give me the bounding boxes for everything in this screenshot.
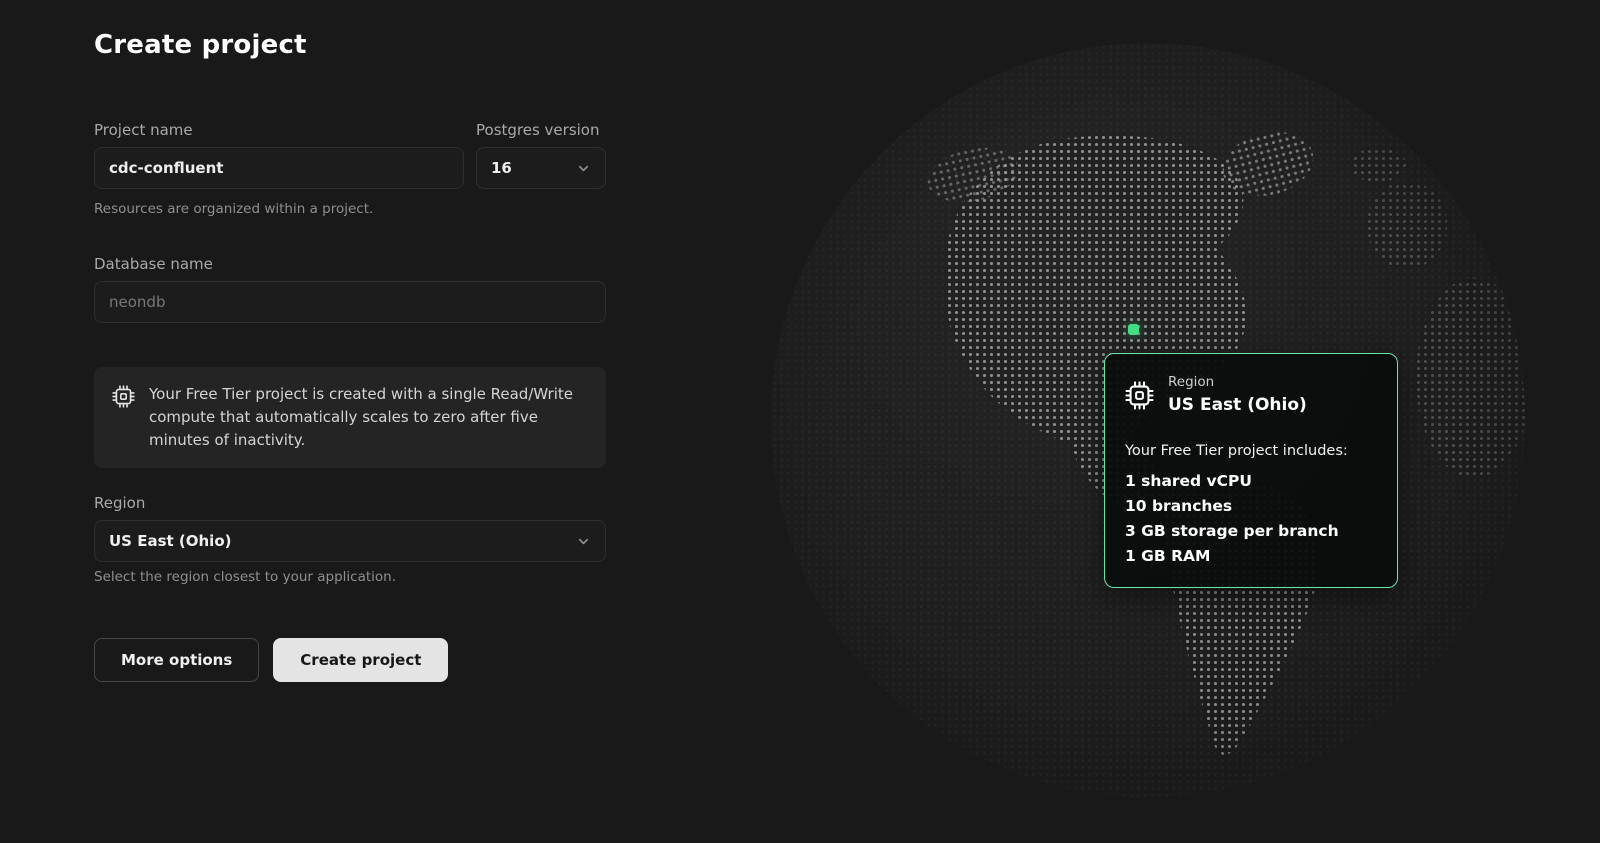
region-select[interactable]: US East (Ohio) — [94, 520, 606, 562]
region-tooltip-titles: Region US East (Ohio) — [1168, 374, 1307, 416]
postgres-version-field-group: Postgres version 16 — [476, 120, 606, 218]
tooltip-include-item: 1 GB RAM — [1125, 544, 1377, 569]
region-tooltip-card: Region US East (Ohio) Your Free Tier pro… — [1104, 353, 1398, 588]
postgres-version-select[interactable]: 16 — [476, 147, 606, 189]
database-name-label: Database name — [94, 254, 606, 274]
project-name-help: Resources are organized within a project… — [94, 200, 464, 218]
free-tier-notice-text: Your Free Tier project is created with a… — [149, 383, 588, 452]
project-name-input[interactable] — [94, 147, 464, 189]
form-actions: More options Create project — [94, 638, 606, 682]
region-label: Region — [94, 493, 606, 513]
create-project-form: Create project Project name Resources ar… — [94, 30, 606, 682]
cpu-chip-icon — [1125, 381, 1154, 410]
tooltip-include-item: 3 GB storage per branch — [1125, 519, 1377, 544]
project-name-field-group: Project name Resources are organized wit… — [94, 120, 464, 218]
page-title: Create project — [94, 30, 606, 60]
includes-heading: Your Free Tier project includes: — [1125, 442, 1377, 461]
database-name-field-group: Database name — [94, 254, 606, 323]
chevron-down-icon — [576, 534, 591, 549]
region-select-value: US East (Ohio) — [109, 532, 231, 550]
free-tier-notice: Your Free Tier project is created with a… — [94, 367, 606, 468]
tooltip-include-item: 1 shared vCPU — [1125, 469, 1377, 494]
create-project-button[interactable]: Create project — [273, 638, 448, 682]
project-name-label: Project name — [94, 120, 464, 140]
tooltip-include-item: 10 branches — [1125, 494, 1377, 519]
postgres-version-label: Postgres version — [476, 120, 606, 140]
includes-list: 1 shared vCPU 10 branches 3 GB storage p… — [1125, 469, 1377, 569]
region-tooltip-header: Region US East (Ohio) — [1125, 374, 1377, 416]
region-tooltip-value: US East (Ohio) — [1168, 394, 1307, 416]
name-version-row: Project name Resources are organized wit… — [94, 120, 606, 218]
chevron-down-icon — [576, 161, 591, 176]
database-name-input[interactable] — [94, 281, 606, 323]
region-help: Select the region closest to your applic… — [94, 568, 606, 586]
region-field-group: Region US East (Ohio) Select the region … — [94, 493, 606, 586]
region-marker-dot — [1128, 324, 1139, 335]
region-tooltip-label: Region — [1168, 374, 1307, 391]
postgres-version-value: 16 — [491, 159, 512, 177]
more-options-button[interactable]: More options — [94, 638, 259, 682]
cpu-chip-icon — [112, 385, 135, 408]
